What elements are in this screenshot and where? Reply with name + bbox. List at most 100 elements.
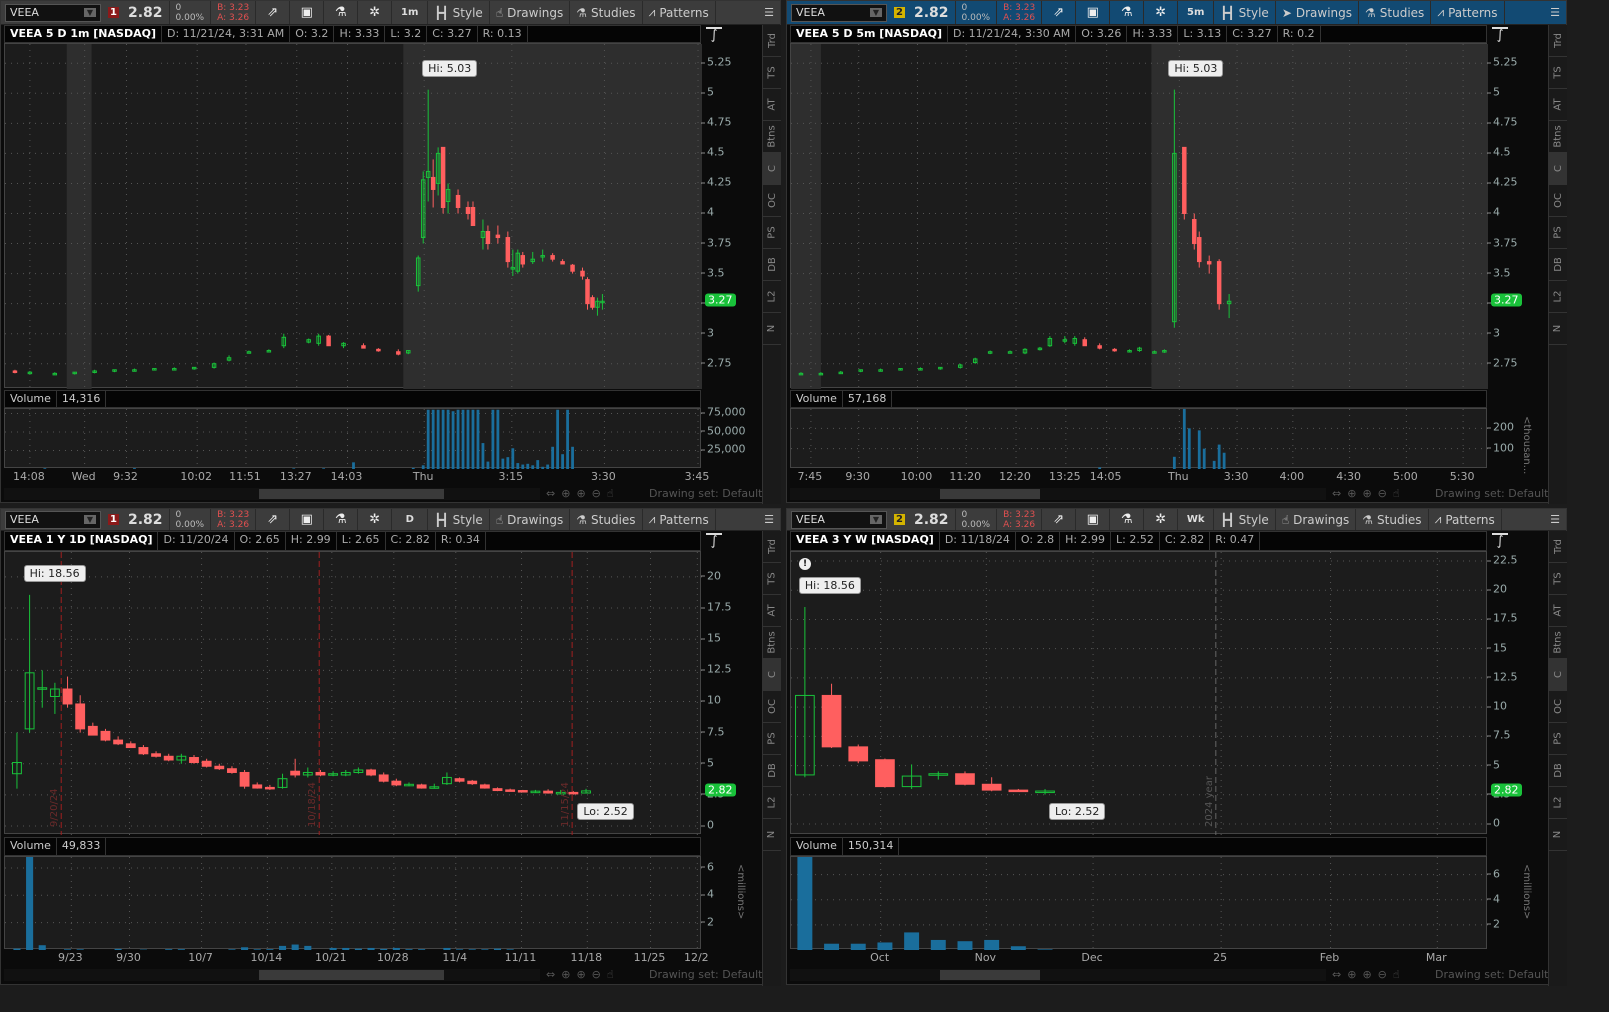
patterns-button[interactable]: ⩘ Patterns <box>643 1 716 24</box>
time-axis[interactable]: 7:45 9:30 10:00 11:20 12:20 13:25 14:05 Thu 3:30… <box>790 468 1487 486</box>
pan-icon[interactable]: ⇔ <box>546 968 555 981</box>
studies-button[interactable]: ⚗ Studies <box>1359 1 1432 24</box>
sidebar-tab-trd[interactable]: Trd <box>1549 531 1567 563</box>
style-button[interactable]: ┣┫ Style <box>428 1 490 24</box>
link-group-button[interactable]: 1 <box>105 1 122 24</box>
style-button[interactable]: ┣┫ Style <box>428 509 490 530</box>
time-axis[interactable]: 9/23 9/30 10/7 10/14 10/21 10/28 11/4 11/11 11/1… <box>4 949 709 967</box>
sidebar-tab-db[interactable]: DB <box>763 249 781 281</box>
hand-icon[interactable]: ☝ <box>607 487 614 500</box>
time-axis[interactable]: 14:08 Wed 9:32 10:02 11:51 13:27 14:03 Thu 3:15 3… <box>4 468 709 486</box>
sidebar-tab-at[interactable]: AT <box>763 89 781 121</box>
flask-icon[interactable]: ⚗ <box>324 509 359 530</box>
studies-button[interactable]: ⚗ Studies <box>570 509 643 530</box>
share-icon[interactable]: ⇗ <box>1042 1 1077 24</box>
study-settings-icon[interactable]: ∫ <box>706 27 722 43</box>
timeframe-button[interactable]: D <box>392 509 429 530</box>
drawings-button[interactable]: ☝ Drawings <box>1276 509 1357 530</box>
patterns-button[interactable]: ⩘ Patterns <box>1429 509 1502 530</box>
study-settings-icon[interactable]: ∫ <box>1492 533 1508 549</box>
sidebar-tab-l2[interactable]: L2 <box>763 281 781 313</box>
sidebar-tab-ts[interactable]: TS <box>1549 57 1567 89</box>
calendar-icon[interactable]: ▣ <box>290 509 325 530</box>
sidebar-tab-db[interactable]: DB <box>1549 755 1567 787</box>
chevron-down-icon[interactable]: ▼ <box>83 8 96 17</box>
studies-button[interactable]: ⚗ Studies <box>570 1 643 24</box>
sidebar-tab-oc[interactable]: OC <box>763 185 781 217</box>
sidebar-tab-db[interactable]: DB <box>763 755 781 787</box>
sidebar-tab-oc[interactable]: OC <box>763 691 781 723</box>
gear-icon[interactable]: ✲ <box>358 509 393 530</box>
gear-icon[interactable]: ✲ <box>1144 509 1179 530</box>
horizontal-scrollbar[interactable] <box>4 488 540 500</box>
sidebar-tab-ps[interactable]: PS <box>1549 217 1567 249</box>
menu-icon[interactable]: ☰ <box>758 1 780 24</box>
study-settings-icon[interactable]: ∫ <box>706 533 722 549</box>
sidebar-tab-l2[interactable]: L2 <box>763 787 781 819</box>
sidebar-tab-ts[interactable]: TS <box>1549 563 1567 595</box>
menu-icon[interactable]: ☰ <box>1544 509 1566 530</box>
drawings-button[interactable]: ☝ Drawings <box>490 1 571 24</box>
crosshair-icon[interactable]: ⊕ <box>1347 968 1356 981</box>
sidebar-tab-n[interactable]: N <box>1549 819 1567 851</box>
hand-icon[interactable]: ☝ <box>1393 487 1400 500</box>
pan-icon[interactable]: ⇔ <box>1332 487 1341 500</box>
flask-icon[interactable]: ⚗ <box>324 1 359 24</box>
timeframe-button[interactable]: 1m <box>392 1 429 24</box>
warning-icon[interactable]: ! <box>799 558 811 570</box>
sidebar-tab-c[interactable]: C <box>763 659 781 691</box>
crosshair-icon[interactable]: ⊕ <box>1347 487 1356 500</box>
zoom-in-icon[interactable]: ⊕ <box>1362 487 1371 500</box>
calendar-icon[interactable]: ▣ <box>1076 1 1111 24</box>
zoom-out-icon[interactable]: ⊖ <box>1378 968 1387 981</box>
share-icon[interactable]: ⇗ <box>256 1 291 24</box>
sidebar-tab-ts[interactable]: TS <box>763 57 781 89</box>
studies-button[interactable]: ⚗ Studies <box>1356 509 1429 530</box>
price-axis[interactable]: 5.2554.754.54.2543.753.53.2532.753.27 <box>701 43 761 388</box>
horizontal-scrollbar[interactable] <box>790 488 1326 500</box>
calendar-icon[interactable]: ▣ <box>1076 509 1111 530</box>
sidebar-tab-btns[interactable]: Btns <box>1549 121 1567 153</box>
sidebar-tab-l2[interactable]: L2 <box>1549 787 1567 819</box>
pan-icon[interactable]: ⇔ <box>1332 968 1341 981</box>
drawing-set-label[interactable]: Drawing set: Default <box>649 968 762 981</box>
horizontal-scrollbar[interactable] <box>790 969 1326 981</box>
price-plot[interactable]: 2024 year Hi: 18.56 Lo: 2.52! <box>790 551 1488 835</box>
sidebar-tab-l2[interactable]: L2 <box>1549 281 1567 313</box>
price-plot[interactable]: 9/20/24 10/18/24 11/15/24 Hi: 18.56 Lo: 2.52 <box>4 551 702 835</box>
sidebar-tab-btns[interactable]: Btns <box>763 121 781 153</box>
study-settings-icon[interactable]: ∫ <box>1492 27 1508 43</box>
gear-icon[interactable]: ✲ <box>1144 1 1179 24</box>
sidebar-tab-c[interactable]: C <box>1549 153 1567 185</box>
sidebar-tab-oc[interactable]: OC <box>1549 185 1567 217</box>
pan-icon[interactable]: ⇔ <box>546 487 555 500</box>
price-axis[interactable]: 22.52017.51512.5107.552.502.82 <box>1487 551 1547 834</box>
flask-icon[interactable]: ⚗ <box>1110 1 1145 24</box>
sidebar-tab-n[interactable]: N <box>763 313 781 345</box>
link-group-button[interactable]: 1 <box>105 509 122 530</box>
sidebar-tab-trd[interactable]: Trd <box>763 531 781 563</box>
gear-icon[interactable]: ✲ <box>358 1 393 24</box>
price-axis[interactable]: 5.2554.754.54.2543.753.53.2532.753.27 <box>1487 43 1547 388</box>
sidebar-tab-n[interactable]: N <box>763 819 781 851</box>
sidebar-tab-c[interactable]: C <box>763 153 781 185</box>
zoom-in-icon[interactable]: ⊕ <box>576 487 585 500</box>
link-group-button[interactable]: 2 <box>891 1 908 24</box>
link-group-button[interactable]: 2 <box>891 509 908 530</box>
sidebar-tab-ts[interactable]: TS <box>763 563 781 595</box>
sidebar-tab-oc[interactable]: OC <box>1549 691 1567 723</box>
scrollbar-thumb[interactable] <box>940 489 1040 499</box>
chevron-down-icon[interactable]: ▼ <box>83 515 96 524</box>
sidebar-tab-trd[interactable]: Trd <box>763 25 781 57</box>
style-button[interactable]: ┣┫ Style <box>1214 509 1276 530</box>
sidebar-tab-db[interactable]: DB <box>1549 249 1567 281</box>
style-button[interactable]: ┣┫ Style <box>1214 1 1276 24</box>
crosshair-icon[interactable]: ⊕ <box>561 487 570 500</box>
price-axis[interactable]: 2017.51512.5107.552.502.82 <box>701 551 761 834</box>
symbol-selector[interactable]: VEEA ▼ <box>791 510 887 529</box>
drawing-set-label[interactable]: Drawing set: Default <box>649 487 762 500</box>
price-plot[interactable]: Hi: 5.03 <box>4 43 702 389</box>
timeframe-button[interactable]: 5m <box>1178 1 1215 24</box>
sidebar-tab-ps[interactable]: PS <box>1549 723 1567 755</box>
menu-icon[interactable]: ☰ <box>1544 1 1566 24</box>
